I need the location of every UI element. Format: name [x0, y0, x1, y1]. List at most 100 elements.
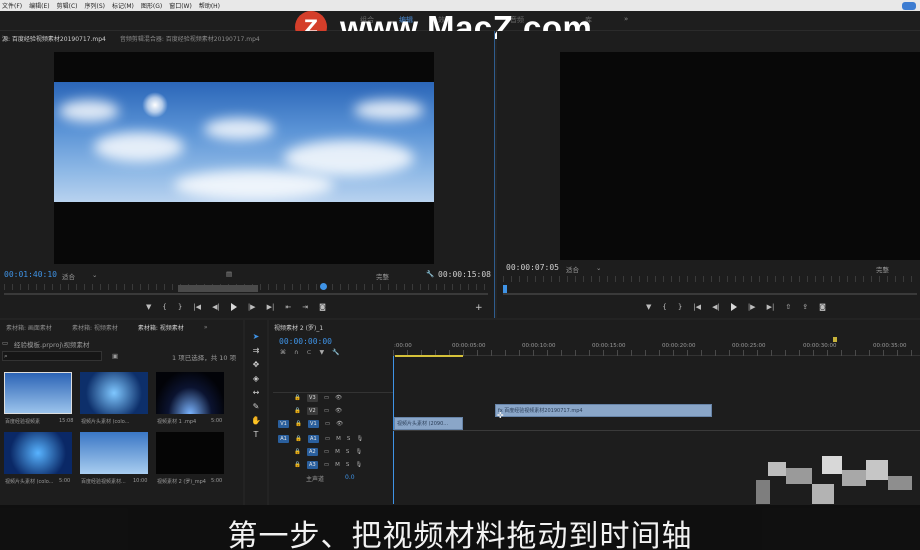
add-marker-icon[interactable]: ▼ — [646, 303, 651, 311]
program-quality-dropdown[interactable]: 完整 — [876, 264, 889, 274]
step-back-icon[interactable]: ◀| — [712, 303, 720, 311]
clip-v1[interactable]: 视频片头素材 (2090... — [394, 417, 463, 430]
step-forward-icon[interactable]: |▶ — [748, 303, 756, 311]
thumb-sky[interactable] — [4, 372, 72, 414]
menu-window[interactable]: 窗口(W) — [169, 1, 192, 10]
eye-icon[interactable]: 👁 — [335, 395, 342, 401]
track-target-a1[interactable]: A1 — [307, 435, 319, 443]
thumb-black[interactable] — [156, 432, 224, 474]
marker-icon[interactable] — [833, 337, 837, 342]
sync-lock-icon[interactable]: ▭ — [325, 421, 330, 427]
wrench-icon[interactable]: 🔧 — [426, 270, 434, 278]
play-icon[interactable] — [730, 303, 737, 311]
menu-marker[interactable]: 标记(M) — [112, 1, 134, 10]
mark-out-icon[interactable]: } — [178, 303, 182, 311]
work-area-bar[interactable] — [395, 355, 463, 357]
mute-button[interactable]: M — [336, 436, 341, 442]
track-target-a3[interactable]: A3 — [306, 461, 318, 469]
nest-icon[interactable]: ⌘ — [280, 349, 286, 356]
mark-out-icon[interactable]: } — [678, 303, 682, 311]
sync-lock-icon[interactable]: ▭ — [324, 449, 329, 455]
add-marker-icon[interactable]: ▼ — [319, 349, 324, 356]
menu-help[interactable]: 帮助(H) — [199, 1, 220, 10]
snap-icon[interactable]: ∩ — [294, 349, 298, 356]
program-scrub-bar[interactable] — [503, 293, 917, 295]
microphone-icon[interactable]: 🎙 — [356, 436, 363, 442]
eye-icon[interactable]: 👁 — [336, 421, 343, 427]
program-playhead[interactable] — [503, 285, 507, 293]
wrench-icon[interactable]: 🔧 — [332, 349, 339, 356]
go-to-in-icon[interactable]: |◀ — [193, 303, 201, 311]
lock-icon[interactable]: 🔒 — [294, 462, 301, 468]
step-forward-icon[interactable]: |▶ — [248, 303, 256, 311]
track-target-v1[interactable]: V1 — [307, 420, 319, 428]
source-patch-a1[interactable]: A1 — [278, 435, 289, 443]
mark-in-icon[interactable]: { — [162, 303, 166, 311]
mute-button[interactable]: M — [335, 462, 340, 468]
source-quality-dropdown[interactable]: 完整 — [376, 271, 389, 281]
program-timecode[interactable]: 00:00:07:05 — [506, 263, 559, 272]
selection-tool-icon[interactable]: ➤ — [250, 332, 262, 342]
lock-icon[interactable]: 🔒 — [294, 395, 301, 401]
chevron-down-icon[interactable]: ⌄ — [92, 271, 97, 279]
sync-lock-icon[interactable]: ▭ — [324, 395, 329, 401]
menu-clip[interactable]: 剪辑(C) — [57, 1, 78, 10]
lock-icon[interactable]: 🔒 — [294, 408, 301, 414]
tab-bin-3[interactable]: 素材箱: 视频素材 — [138, 323, 184, 332]
hand-tool-icon[interactable]: ✋ — [250, 416, 262, 426]
track-target-a2[interactable]: A2 — [306, 448, 318, 456]
thumb-blue-burst[interactable] — [80, 372, 148, 414]
pen-tool-icon[interactable]: ✎ — [250, 402, 262, 412]
track-target-v2[interactable]: V2 — [306, 407, 318, 415]
add-button-icon[interactable]: + — [475, 303, 483, 313]
new-bin-icon[interactable]: ▣ — [112, 352, 118, 360]
slip-tool-icon[interactable]: ↔ — [250, 388, 262, 398]
export-frame-icon[interactable]: ◙ — [319, 303, 326, 311]
type-tool-icon[interactable]: T — [250, 430, 262, 440]
menu-sequence[interactable]: 序列(S) — [85, 1, 106, 10]
cloud-sync-icon[interactable] — [902, 2, 916, 10]
sync-lock-icon[interactable]: ▭ — [324, 462, 329, 468]
timeline-tab[interactable]: 视频素材 2 (罗)_1 — [274, 323, 323, 332]
ripple-edit-tool-icon[interactable]: ✥ — [250, 360, 262, 370]
sync-lock-icon[interactable]: ▭ — [325, 436, 330, 442]
thumb-planet[interactable] — [156, 372, 224, 414]
chevron-down-icon[interactable]: ⌄ — [596, 264, 601, 272]
export-frame-icon[interactable]: ◙ — [819, 303, 826, 311]
track-target-v3[interactable]: V3 — [306, 394, 318, 402]
add-marker-icon[interactable]: ▼ — [146, 303, 151, 311]
tab-audio-clip-mixer[interactable]: 音频剪辑混合器: 百度经验视频素材20190717.mp4 — [120, 34, 260, 43]
go-to-out-icon[interactable]: ▶| — [767, 303, 775, 311]
source-patch-v1[interactable]: V1 — [278, 420, 289, 428]
mute-button[interactable]: M — [335, 449, 340, 455]
solo-button[interactable]: S — [346, 462, 350, 468]
play-icon[interactable] — [230, 303, 237, 311]
source-playhead[interactable] — [320, 283, 327, 290]
more-workspaces-icon[interactable]: » — [624, 15, 628, 23]
extract-icon[interactable]: ⇪ — [802, 303, 808, 311]
insert-icon[interactable]: ⇤ — [285, 303, 291, 311]
solo-button[interactable]: S — [347, 436, 351, 442]
program-fit-dropdown[interactable]: 适合 — [566, 264, 579, 274]
overwrite-icon[interactable]: ⇥ — [302, 303, 308, 311]
settings-icon[interactable]: ▤ — [226, 270, 232, 278]
thumb-blue-burst-2[interactable] — [4, 432, 72, 474]
solo-button[interactable]: S — [346, 449, 350, 455]
thumb-sky-2[interactable] — [80, 432, 148, 474]
timeline-timecode[interactable]: 00:00:00:00 — [279, 337, 332, 346]
tab-bin-2[interactable]: 素材箱: 视频素材 — [72, 323, 118, 332]
tab-bin-1[interactable]: 素材箱: 画面素材 — [6, 323, 52, 332]
source-fit-dropdown[interactable]: 适合 — [62, 271, 75, 281]
go-to-out-icon[interactable]: ▶| — [267, 303, 275, 311]
microphone-icon[interactable]: 🎙 — [355, 449, 362, 455]
lock-icon[interactable]: 🔒 — [294, 449, 301, 455]
master-volume-value[interactable]: 0.0 — [345, 474, 355, 481]
razor-tool-icon[interactable]: ◈ — [250, 374, 262, 384]
program-time-ruler[interactable] — [503, 276, 917, 282]
menu-graphics[interactable]: 图形(G) — [141, 1, 162, 10]
sync-lock-icon[interactable]: ▭ — [324, 408, 329, 414]
track-select-tool-icon[interactable]: ⇉ — [250, 346, 262, 356]
tab-source[interactable]: 源: 百度经验视频素材20190717.mp4 — [2, 34, 106, 43]
source-scrub-bar[interactable] — [4, 293, 488, 295]
source-timecode-in[interactable]: 00:01:40:10 — [4, 270, 57, 279]
